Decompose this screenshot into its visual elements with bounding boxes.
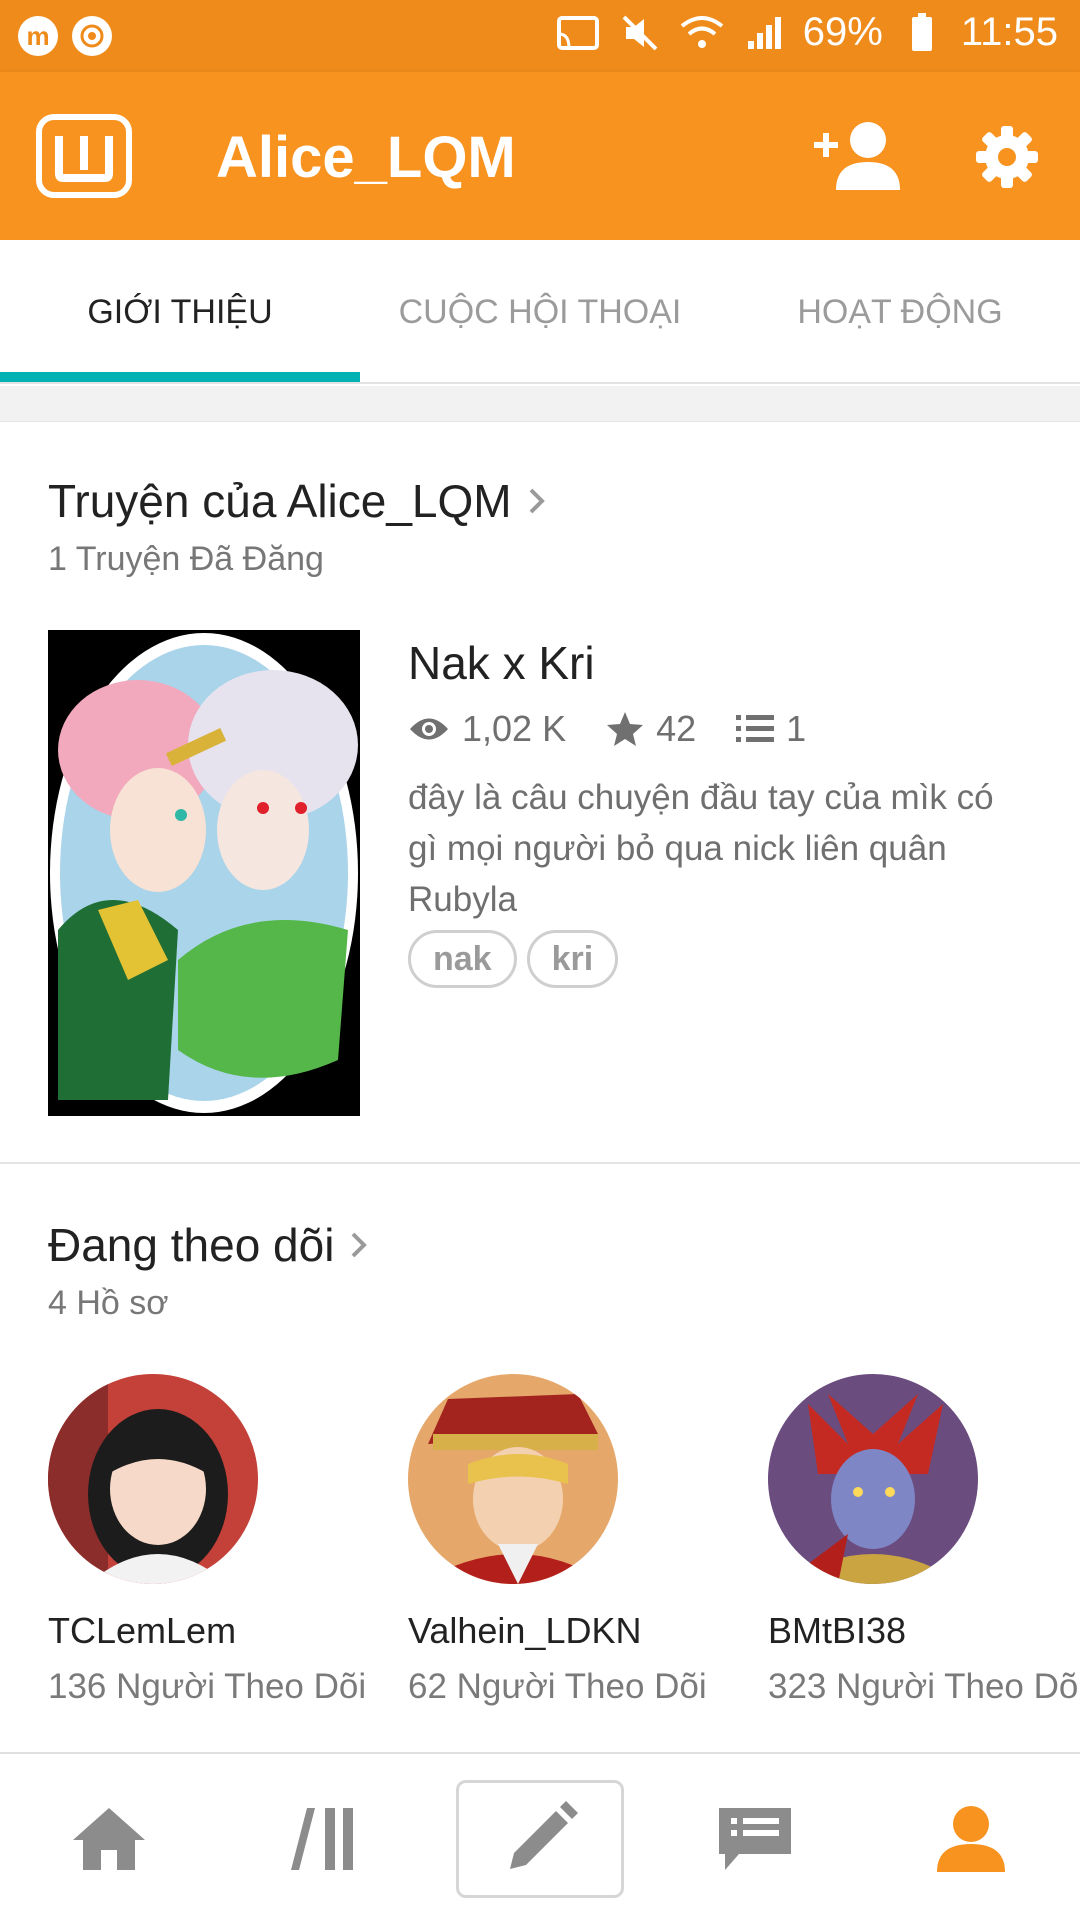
messages-icon[interactable] (700, 1794, 810, 1884)
status-left-icons: m (18, 16, 112, 56)
tab-indicator (0, 372, 360, 382)
tag-nak[interactable]: nak (408, 930, 517, 988)
cast-icon (555, 13, 601, 53)
stories-header[interactable]: Truyện của Alice_LQM (48, 474, 546, 528)
story-title[interactable]: Nak x Kri (408, 636, 595, 690)
story-description: đây là câu chuyện đầu tay của mìk có gì … (408, 778, 994, 919)
tab-activity[interactable]: HOẠT ĐỘNG (720, 240, 1080, 384)
list-icon (736, 715, 775, 742)
section-divider (0, 1162, 1080, 1164)
profile-card[interactable]: TCLemLem 136 Người Theo Dõi (48, 1374, 378, 1708)
profile-name: TCLemLem (48, 1610, 237, 1651)
bottom-navigation (0, 1752, 1080, 1920)
stories-count: 1 Truyện Đã Đăng (48, 540, 324, 578)
tab-conversations[interactable]: CUỘC HỘI THOẠI (360, 240, 720, 384)
app-bar: Alice_LQM (0, 72, 1080, 240)
avatar[interactable] (768, 1374, 978, 1584)
stories-title: Truyện của Alice_LQM (48, 475, 512, 527)
profile-name: BMtBI38 (768, 1610, 907, 1651)
views-stat: 1,02 K (408, 708, 566, 750)
write-icon (510, 1801, 578, 1869)
following-count: 4 Hồ sơ (48, 1284, 169, 1322)
status-right-icons: 69% 11:55 (555, 10, 1058, 55)
profile-card[interactable]: BMtBI38 323 Người Theo Dõi (768, 1374, 1080, 1708)
story-stats: 1,02 K 42 1 (408, 708, 846, 750)
eye-icon (410, 718, 448, 740)
profile-followers: 323 Người Theo Dõi (768, 1667, 1080, 1706)
app-title: Alice_LQM (216, 125, 516, 190)
story-tags: nak kri (408, 930, 619, 988)
profile-card[interactable]: Valhein_LDKN 62 Người Theo Dõi (408, 1374, 738, 1708)
following-header[interactable]: Đang theo dõi (48, 1218, 368, 1272)
battery-icon (899, 12, 945, 53)
library-icon[interactable] (270, 1794, 380, 1884)
clock: 11:55 (960, 10, 1058, 54)
wattpad-logo-icon[interactable] (36, 114, 132, 198)
profile-icon[interactable] (916, 1794, 1026, 1884)
tag-kri[interactable]: kri (526, 930, 619, 988)
votes-count: 42 (656, 708, 697, 749)
home-icon[interactable] (54, 1794, 164, 1884)
tab-about[interactable]: GIỚI THIỆU (0, 240, 360, 384)
story-cover-image[interactable] (48, 630, 360, 1116)
chevron-right-icon (529, 488, 545, 514)
star-icon (607, 712, 644, 746)
avatar[interactable] (408, 1374, 618, 1584)
avatar[interactable] (48, 1374, 258, 1584)
section-separator (0, 386, 1080, 422)
status-bar: m 69% 11:55 (0, 0, 1080, 72)
profile-followers: 62 Người Theo Dõi (408, 1667, 707, 1706)
views-count: 1,02 K (462, 708, 567, 749)
settings-icon[interactable] (974, 124, 1040, 190)
mute-icon (617, 13, 663, 53)
signal-icon (741, 13, 787, 53)
add-user-icon[interactable] (812, 118, 902, 194)
parts-stat: 1 (736, 708, 806, 750)
profile-followers: 136 Người Theo Dõi (48, 1667, 367, 1706)
profile-tabs: GIỚI THIỆU CUỘC HỘI THOẠI HOẠT ĐỘNG (0, 240, 1080, 384)
following-title: Đang theo dõi (48, 1219, 335, 1271)
parts-count: 1 (786, 708, 807, 749)
chevron-right-icon (352, 1232, 368, 1258)
profile-name: Valhein_LDKN (408, 1610, 642, 1651)
battery-percent: 69% (802, 10, 883, 54)
votes-stat: 42 (606, 708, 696, 750)
m-app-icon: m (18, 16, 58, 56)
write-button[interactable] (456, 1780, 624, 1898)
wifi-icon (679, 13, 725, 53)
browser-icon (72, 16, 112, 56)
